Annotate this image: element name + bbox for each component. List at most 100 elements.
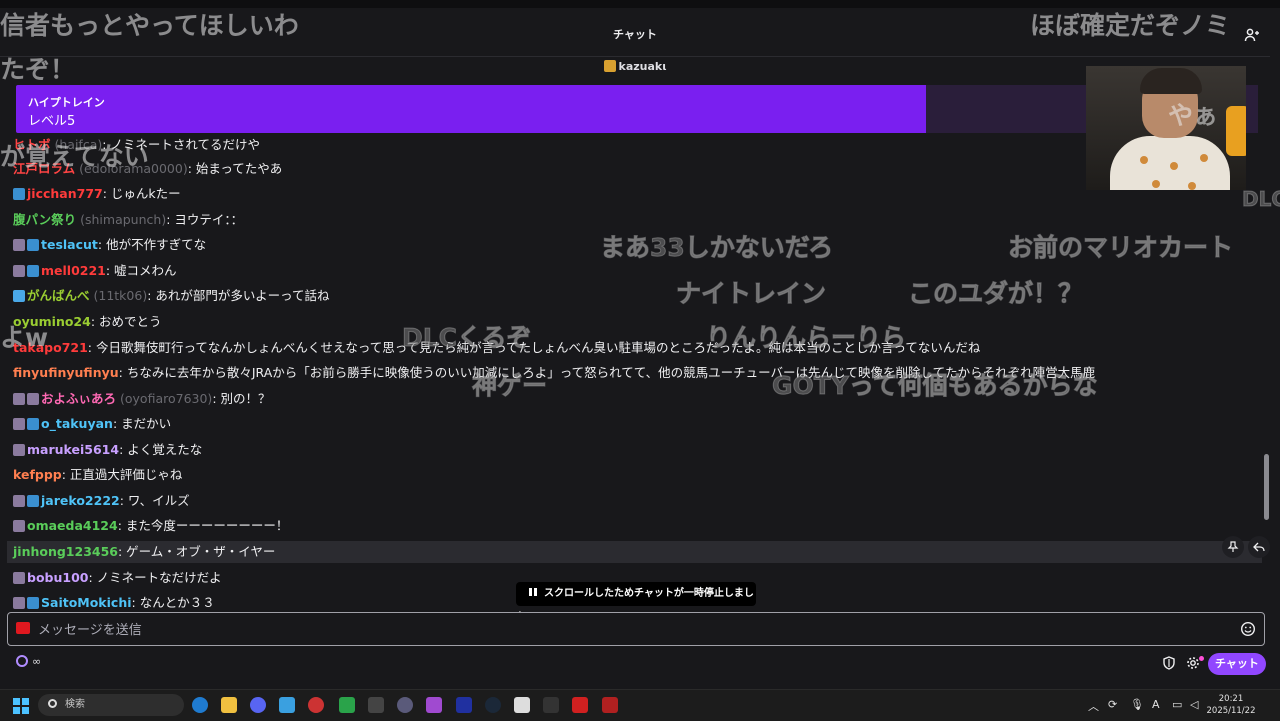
chat-username[interactable]: o_takuyan — [41, 416, 113, 431]
subscriber-badge-icon[interactable] — [27, 239, 39, 251]
subscriber-badge-icon[interactable] — [27, 597, 39, 609]
obs-icon[interactable] — [308, 697, 324, 713]
chat-message-text: : あれが部門が多いよーって話ね — [147, 288, 330, 303]
network-icon[interactable]: ▭ — [1172, 698, 1182, 711]
chat-message[interactable]: oyumino24: おめでとう — [13, 311, 162, 333]
avatar-badge-icon[interactable] — [13, 597, 25, 609]
blocked-app-icon[interactable] — [572, 697, 588, 713]
x-red-app-icon[interactable] — [602, 697, 618, 713]
avatar-badge-icon[interactable] — [13, 495, 25, 507]
avatar-badge-icon[interactable] — [13, 393, 25, 405]
hype-train-banner[interactable]: ハイプトレイン レベル5 — [16, 85, 926, 133]
chat-message[interactable]: finyufinyufinyu: ちなみに去年から散々JRAから「お前ら勝手に映… — [13, 362, 1095, 384]
chat-username[interactable]: teslacut — [41, 237, 98, 252]
users-icon[interactable] — [1244, 27, 1260, 43]
chat-message[interactable]: SaitoMokichi: なんとか３３ — [13, 592, 215, 614]
excel-icon[interactable] — [339, 697, 355, 713]
chat-username[interactable]: jareko2222 — [41, 493, 120, 508]
chat-username[interactable]: finyufinyufinyu — [13, 365, 119, 380]
chat-input-box[interactable] — [7, 612, 1265, 646]
chat-username[interactable]: oyumino24 — [13, 314, 91, 329]
badge-icon[interactable] — [13, 290, 25, 302]
chat-scrollbar[interactable] — [1263, 134, 1270, 614]
chat-message[interactable]: kefppp: 正直過大評価じゃね — [13, 464, 182, 486]
chat-message[interactable]: 腹パン祭り (shimapunch): ヨウテイ：： — [13, 209, 243, 231]
chat-message[interactable]: teslacut: 他が不作すぎてな — [13, 234, 206, 256]
avatar-badge-icon[interactable] — [13, 239, 25, 251]
chat-message[interactable]: takapo721: 今日歌舞伎町行ってなんかしょんべんくせえなって思って見たら… — [13, 337, 980, 359]
chat-message[interactable]: omaeda4124: また今度ーーーーーーーー！ — [13, 515, 288, 537]
scrollbar-thumb[interactable] — [1264, 454, 1269, 520]
chat-message-input[interactable] — [36, 617, 1230, 643]
discord-icon[interactable] — [250, 697, 266, 713]
chat-username[interactable]: 江戸ロラム — [13, 161, 75, 176]
notepad-icon[interactable] — [279, 697, 295, 713]
utility-app-icon[interactable] — [543, 697, 559, 713]
avatar-badge-icon[interactable] — [27, 393, 39, 405]
chat-message[interactable]: bobu100: ノミネートなだけだよ — [13, 567, 222, 589]
search-icon — [48, 699, 57, 708]
avatar-badge-icon[interactable] — [13, 444, 25, 456]
avatar-badge-icon[interactable] — [13, 572, 25, 584]
chat-username[interactable]: jicchan777 — [27, 186, 103, 201]
subscriber-badge-icon[interactable] — [27, 495, 39, 507]
chat-username[interactable]: SaitoMokichi — [41, 595, 132, 610]
chat-message[interactable]: 江戸ロラム (edolorama0000): 始まってたやあ — [13, 158, 282, 180]
chat-message-text: : ゲーム・オブ・ザ・イヤー — [118, 544, 276, 559]
chat-username[interactable]: ヒトボ — [13, 137, 51, 152]
chat-message-list[interactable]: ヒトボ (haifca): ノミネートされてるだけや 江戸ロラム (edolora… — [0, 134, 1262, 614]
hype-train-level: レベル5 — [28, 114, 76, 129]
mic-icon[interactable]: 🎙 — [1130, 698, 1144, 711]
chat-username[interactable]: kefppp — [13, 467, 62, 482]
gear-icon[interactable] — [1186, 656, 1200, 670]
avatar-badge-icon[interactable] — [13, 520, 25, 532]
chat-message[interactable]: jicchan777: じゅんkたー — [13, 183, 181, 205]
chat-username[interactable]: およふぃあろ — [41, 391, 116, 406]
chat-message[interactable]: mell0221: 嘘コメわん — [13, 260, 177, 282]
pin-icon[interactable] — [1222, 536, 1244, 558]
chat-message[interactable]: jinhong123456: ゲーム・オブ・ザ・イヤー — [7, 541, 1262, 563]
subscriber-badge-icon[interactable] — [27, 265, 39, 277]
chat-message[interactable]: marukei5614: よく覚えたな — [13, 439, 202, 461]
avatar-badge-icon[interactable] — [13, 265, 25, 277]
chat-username[interactable]: takapo721 — [13, 340, 88, 355]
chat-username[interactable]: 腹パン祭り — [13, 212, 76, 227]
badge-icon[interactable] — [16, 622, 30, 634]
subscriber-badge-icon[interactable] — [27, 418, 39, 430]
chat-username[interactable]: jinhong123456 — [13, 544, 118, 559]
chat-message[interactable]: jareko2222: ワ、イルズ — [13, 490, 190, 512]
chat-message[interactable]: ヒトボ (haifca): ノミネートされてるだけや — [13, 134, 260, 156]
chat-paused-notice[interactable]: スクロールしたためチャットが一時停止しました — [516, 582, 756, 623]
chat-username[interactable]: omaeda4124 — [27, 518, 118, 533]
chat-username[interactable]: がんばんべ — [27, 288, 90, 303]
sync-icon[interactable]: ⟳ — [1108, 698, 1117, 711]
chat-username[interactable]: bobu100 — [27, 570, 88, 585]
media-app-icon[interactable] — [397, 697, 413, 713]
shield-icon[interactable] — [1162, 656, 1176, 670]
chat-message[interactable]: およふぃあろ (oyofiaro7630): 別の！？ — [13, 388, 271, 410]
windows-start-icon[interactable] — [13, 698, 29, 714]
chat-username[interactable]: marukei5614 — [27, 442, 119, 457]
top-strip — [0, 0, 1280, 8]
subscriber-badge-icon[interactable] — [13, 188, 25, 200]
monitor-app-icon[interactable] — [456, 697, 472, 713]
chat-send-button[interactable]: チャット — [1208, 653, 1266, 675]
ime-indicator[interactable]: A — [1152, 698, 1160, 711]
emote-icon[interactable] — [1240, 621, 1256, 637]
file-explorer-icon[interactable] — [221, 697, 237, 713]
document-icon[interactable] — [514, 697, 530, 713]
chat-message[interactable]: がんばんべ (11tk06): あれが部門が多いよーって話ね — [13, 285, 330, 307]
chat-message-text: : ちなみに去年から散々JRAから「お前ら勝手に映像使うのいい加減にしろよ」って… — [118, 365, 1096, 380]
chevron-up-icon[interactable]: ︿ — [1088, 698, 1099, 714]
avatar-badge-icon[interactable] — [13, 418, 25, 430]
volume-icon[interactable]: ◁ — [1190, 698, 1198, 711]
channel-points[interactable]: ∞ — [16, 655, 41, 668]
steam-icon[interactable] — [485, 697, 501, 713]
taskbar-search[interactable]: 検索 — [38, 694, 184, 716]
edge-browser-icon[interactable] — [192, 697, 208, 713]
design-app-icon[interactable] — [426, 697, 442, 713]
taskbar-clock[interactable]: 20:21 2025/11/22 — [1206, 693, 1256, 717]
chat-message[interactable]: o_takuyan: まだかい — [13, 413, 171, 435]
x-app-icon[interactable] — [368, 697, 384, 713]
chat-username[interactable]: mell0221 — [41, 263, 106, 278]
